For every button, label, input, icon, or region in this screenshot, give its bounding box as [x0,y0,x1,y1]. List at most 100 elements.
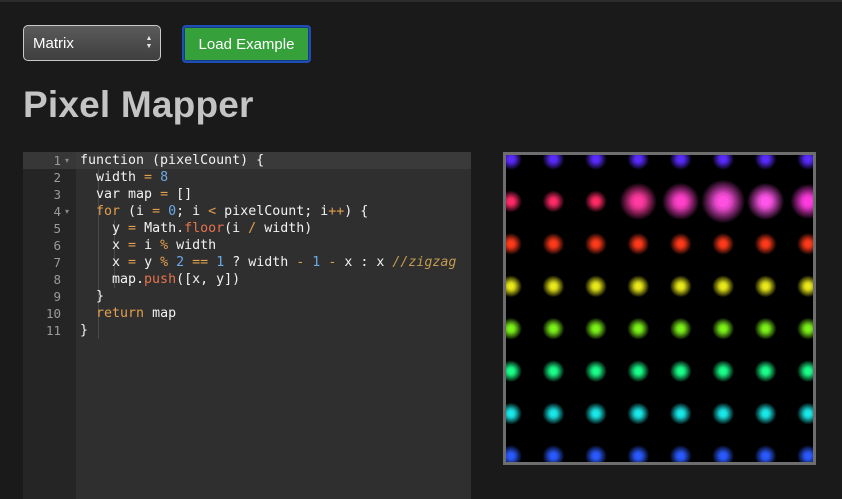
pixel-dot [635,241,642,247]
load-example-button[interactable]: Load Example [182,25,311,63]
code-token: } [80,323,89,338]
pixel-dot [633,196,643,207]
code-token: [] [168,187,193,202]
line-number: 1 [53,153,61,168]
pixel-dot [805,453,811,459]
fold-arrow-icon[interactable]: ▾ [65,203,73,220]
code-line: } [80,322,456,339]
code-token: x [80,238,129,253]
pixel-dot [720,156,726,162]
example-select-value: Matrix [33,34,74,52]
pixel-dot [593,410,599,417]
code-token: ([x, y]) [176,272,241,287]
pixel-dot [805,368,811,374]
line-number: 2 [53,170,61,185]
pixel-dot [508,198,514,205]
pixel-dot [677,156,684,162]
pixel-dot [717,195,729,207]
pixel-dot [805,241,811,247]
pixel-dot [805,325,811,332]
pixel-dot [805,283,811,290]
code-token: = [160,187,169,202]
pixel-dot [550,241,557,247]
select-arrows-icon: ▲ ▼ [145,35,153,50]
pixel-dot [720,410,726,417]
code-token: function (pixelCount) { [80,153,265,168]
code-token: = [128,238,137,253]
code-token: = [128,221,137,236]
code-line: return map [80,305,456,322]
pixel-dot [762,283,769,290]
code-token: ++ [328,204,345,219]
pixel-dot [720,283,726,290]
pixel-dot [508,325,514,332]
code-token: for [96,204,121,219]
pixel-dot [805,156,811,162]
code-token: i [136,238,161,253]
code-line: } [80,288,456,305]
code-token: width [168,238,217,253]
line-number: 5 [53,221,61,236]
line-number: 7 [53,255,61,270]
top-border [0,0,842,2]
pixel-glow [797,445,813,462]
pixel-dot [550,156,557,162]
code-line: var map = [] [80,186,456,203]
pixel-dot [508,410,514,417]
code-token: x : x [336,255,393,270]
pixel-dot [677,283,684,290]
pixel-dot [720,368,726,374]
line-number: 11 [45,323,61,338]
code-token: 8 [160,170,169,185]
pixel-dot [593,325,599,332]
pixel-dot [550,325,557,332]
code-token: (i [224,221,249,236]
code-token: var map [80,187,161,202]
pixel-dot [762,368,769,374]
pixel-dot [593,453,599,459]
code-token: ? width [224,255,297,270]
code-token: return [96,306,145,321]
line-number: 3 [53,187,61,202]
code-token: y [80,221,129,236]
code-editor[interactable]: 1 2 3 4 5 6 7 8 9 10 11 ▾ ▾ function (pixelCount) … [23,152,471,499]
pixel-dot [677,368,684,374]
pixel-dot [762,410,769,417]
code-token: map [144,306,177,321]
code-token: % [160,255,169,270]
code-token: map. [80,272,145,287]
code-token: / [248,221,257,236]
code-token: = [152,204,161,219]
code-line: for (i = 0; i < pixelCount; i++) { [80,203,456,220]
code-token: (i [120,204,153,219]
example-select[interactable]: Matrix ▲ ▼ [23,25,161,61]
pixel-dot [550,368,557,374]
fold-arrow-icon[interactable]: ▾ [65,152,73,169]
code-token: < [208,204,217,219]
pixel-dot [677,410,684,417]
line-number: 8 [53,272,61,287]
line-number: 10 [45,306,61,321]
code-token: pixelCount; i [216,204,329,219]
code-token: 1 [216,255,225,270]
code-token: = [128,255,137,270]
pixel-dot [508,241,514,247]
code-line: x = y % 2 == 1 ? width - 1 - x : x //zig… [80,254,456,271]
code-token: ; i [176,204,209,219]
pixel-dot [635,410,642,417]
pixel-dot [760,196,771,207]
pixel-preview [503,152,816,465]
pixel-dot [508,453,514,459]
pixel-dot [805,410,811,417]
pixel-dot [762,241,769,247]
pixel-dot [762,325,769,332]
code-token: Math. [136,221,185,236]
pixel-dot [593,368,599,374]
code-token: ) { [344,204,369,219]
code-content[interactable]: function (pixelCount) { width = 8 var ma… [80,152,456,339]
code-token: width [80,170,145,185]
line-number: 4 [53,204,61,219]
